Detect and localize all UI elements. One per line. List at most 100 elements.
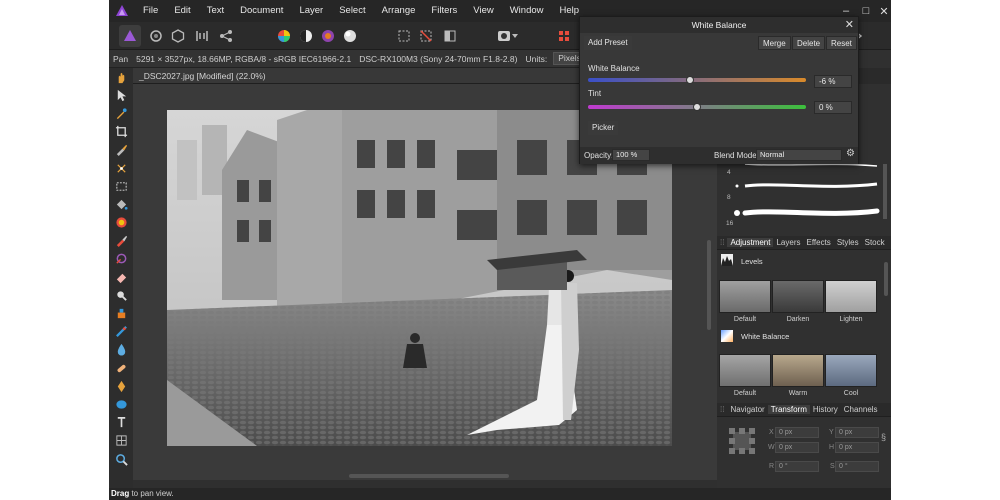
menu-view[interactable]: View (465, 0, 501, 22)
transform-x-field[interactable]: 0 px (775, 427, 819, 438)
close-icon[interactable]: ✕ (845, 17, 854, 33)
anchor-point-icon[interactable] (729, 428, 755, 454)
transform-h-field[interactable]: 0 px (835, 442, 879, 453)
snapping-icon[interactable] (553, 25, 575, 47)
chevron-down-icon[interactable] (509, 25, 521, 47)
adjustment-scrollbar[interactable] (884, 262, 888, 296)
delete-button[interactable]: Delete (792, 36, 826, 50)
selection-marquee-icon[interactable] (393, 25, 415, 47)
menu-document[interactable]: Document (232, 0, 291, 22)
flood-fill-tool-icon[interactable] (109, 195, 133, 213)
panel-grip-icon[interactable]: ⁞⁞ (717, 238, 727, 247)
link-icon[interactable]: § (881, 432, 889, 446)
tab-effects[interactable]: Effects (804, 238, 834, 247)
status-action: Drag (111, 489, 130, 498)
shape-tool-icon[interactable] (109, 395, 133, 413)
tab-adjustment[interactable]: Adjustment (727, 238, 774, 247)
tab-layers[interactable]: Layers (773, 238, 803, 247)
transform-s-label: S (830, 463, 835, 470)
tone-mapping-persona-icon[interactable] (191, 25, 213, 47)
invert-selection-icon[interactable] (439, 25, 461, 47)
wb-preset-warm-thumb[interactable] (772, 354, 824, 387)
blemish-tool-icon[interactable] (109, 323, 133, 341)
text-tool-icon[interactable] (109, 414, 133, 432)
dodge-brush-tool-icon[interactable] (109, 286, 133, 304)
tab-transform[interactable]: Transform (767, 405, 810, 414)
dialog-footer: Opacity: 100 % Blend Mode: Normal ⚙ (580, 147, 858, 164)
develop-persona-icon[interactable] (167, 25, 189, 47)
tab-history[interactable]: History (810, 405, 841, 414)
white-balance-slider-knob[interactable] (686, 76, 695, 84)
mesh-warp-tool-icon[interactable] (109, 432, 133, 450)
transform-h-label: H (829, 444, 835, 451)
color-picker-tool-icon[interactable] (109, 104, 133, 122)
wb-preset-cool-thumb[interactable] (825, 354, 877, 387)
transform-w-field[interactable]: 0 px (775, 442, 819, 453)
smudge-tool-icon[interactable] (109, 341, 133, 359)
zoom-tool-icon[interactable] (109, 450, 133, 468)
color-wheel-icon[interactable] (273, 25, 295, 47)
tab-channels[interactable]: Channels (841, 405, 881, 414)
photo-persona-icon[interactable] (119, 25, 141, 47)
menu-layer[interactable]: Layer (291, 0, 331, 22)
gear-icon[interactable]: ⚙ (846, 148, 855, 159)
levels-preset-lighten-thumb[interactable] (825, 280, 877, 313)
reset-button[interactable]: Reset (826, 36, 857, 50)
tab-navigator[interactable]: Navigator (727, 405, 767, 414)
clone-brush-tool-icon[interactable] (109, 250, 133, 268)
tab-stock[interactable]: Stock (862, 238, 888, 247)
levels-preset-darken-thumb[interactable] (772, 280, 824, 313)
close-window-button[interactable]: ✕ (875, 0, 891, 22)
sponge-brush-tool-icon[interactable] (109, 304, 133, 322)
tint-value-field[interactable]: 0 % (814, 101, 852, 114)
crop-tool-icon[interactable] (109, 123, 133, 141)
hsl-icon[interactable] (317, 25, 339, 47)
white-balance-tool-icon[interactable] (339, 25, 361, 47)
affinity-logo-icon[interactable] (109, 0, 135, 22)
tint-slider[interactable] (588, 103, 806, 111)
menu-select[interactable]: Select (331, 0, 373, 22)
merge-button[interactable]: Merge (758, 36, 791, 50)
view-tool-icon[interactable] (109, 68, 133, 86)
frequency-separation-tool-icon[interactable] (109, 359, 133, 377)
selection-brush-tool-icon[interactable] (109, 141, 133, 159)
levels-preset-default-thumb[interactable] (719, 280, 771, 313)
menu-window[interactable]: Window (502, 0, 552, 22)
picker-button[interactable]: Picker (588, 121, 619, 135)
blend-mode-select[interactable]: Normal (756, 149, 842, 161)
tab-styles[interactable]: Styles (834, 238, 862, 247)
deselect-icon[interactable] (415, 25, 437, 47)
dialog-title-bar[interactable]: White Balance ✕ (580, 17, 858, 33)
transform-rotation-field[interactable]: 0 ° (775, 461, 819, 472)
menu-arrange[interactable]: Arrange (374, 0, 424, 22)
pen-tool-icon[interactable] (109, 377, 133, 395)
gradient-tool-icon[interactable] (109, 214, 133, 232)
paint-brush-tool-icon[interactable] (109, 232, 133, 250)
transform-y-field[interactable]: 0 px (835, 427, 879, 438)
marquee-tool-icon[interactable] (109, 177, 133, 195)
transform-shear-field[interactable]: 0 ° (835, 461, 879, 472)
add-preset-button[interactable]: Add Preset (584, 36, 632, 50)
opacity-select[interactable]: 100 % (612, 149, 650, 161)
export-persona-icon[interactable] (215, 25, 237, 47)
preset-label: Default (733, 316, 757, 323)
maximize-button[interactable]: □ (857, 0, 875, 22)
wb-preset-default-thumb[interactable] (719, 354, 771, 387)
transform-r-label: R (769, 463, 775, 470)
menu-text[interactable]: Text (199, 0, 232, 22)
white-balance-value-field[interactable]: -6 % (814, 75, 852, 88)
erase-brush-tool-icon[interactable] (109, 268, 133, 286)
menu-file[interactable]: File (135, 0, 166, 22)
tint-slider-knob[interactable] (693, 103, 701, 111)
dialog-title: White Balance (691, 20, 747, 30)
liquify-persona-icon[interactable] (145, 25, 167, 47)
units-label: Units: (525, 53, 548, 64)
horizontal-scrollbar[interactable] (139, 473, 704, 479)
panel-grip-icon[interactable]: ⁞⁞ (717, 405, 727, 414)
contrast-icon[interactable] (295, 25, 317, 47)
white-balance-slider[interactable] (588, 76, 806, 84)
flood-select-tool-icon[interactable] (109, 159, 133, 177)
move-tool-icon[interactable] (109, 86, 133, 104)
menu-edit[interactable]: Edit (166, 0, 198, 22)
menu-filters[interactable]: Filters (423, 0, 465, 22)
